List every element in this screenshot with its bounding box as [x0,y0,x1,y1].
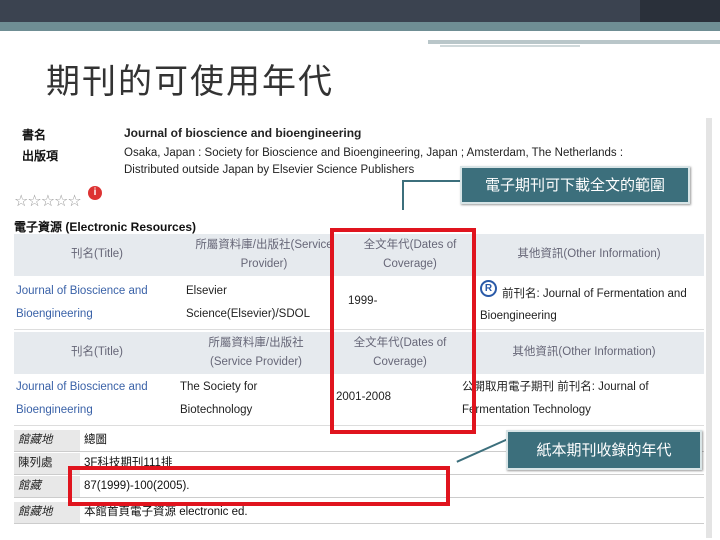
electronic-resources-heading: 電子資源 (Electronic Resources) [14,220,197,234]
holdings-value: 總圖 [84,434,107,446]
t2-header-provider: 所屬資料庫/出版社 (Service Provider) [208,337,304,368]
t1-header-provider: 所屬資料庫/出版社(Service Provider) [195,239,333,270]
info-icon[interactable]: i [88,186,102,200]
t1-provider[interactable]: Elsevier Science(Elsevier)/SDOL [186,280,310,326]
holdings-highlight-box [68,466,450,506]
decor-line-1 [428,40,720,44]
publisher-label: 出版項 [22,149,59,163]
t1-header-other: 其他資訊(Other Information) [517,248,661,260]
t1-header-title: 刊名(Title) [71,248,123,260]
t1-other-line-2: Bioengineering [480,310,557,322]
t2-provider[interactable]: The Society for Biotechnology [180,376,257,422]
title-value: Journal of bioscience and bioengineering [124,126,362,140]
t1-title-link[interactable]: Journal of Bioscience and Bioengineering [16,280,148,326]
publisher-line-2: Distributed outside Japan by Elsevier Sc… [124,164,415,176]
t2-header-other: 其他資訊(Other Information) [512,346,656,358]
decor-line-2 [440,45,580,47]
t2-header-title: 刊名(Title) [71,346,123,358]
slide-title: 期刊的可使用年代 [46,62,334,102]
holdings-label: 館藏地 [14,430,80,451]
rating-stars[interactable]: ☆☆☆☆☆ [14,191,82,211]
callout1-connector [402,180,404,210]
scrollbar[interactable] [706,118,712,538]
resource-r-icon[interactable]: R [480,280,497,297]
t1-other-line-1: 前刊名: Journal of Fermentation and [502,288,687,300]
t2-other: 公開取用電子期刊 前刊名: Journal of Fermentation Te… [462,381,649,416]
callout-electronic-range: 電子期刊可下載全文的範圍 [460,166,690,204]
coverage-highlight-box [330,228,476,434]
title-label: 書名 [22,128,47,142]
publisher-line-1: Osaka, Japan : Society for Bioscience an… [124,147,624,159]
callout-print-years: 紙本期刊收錄的年代 [506,430,702,470]
t2-title-link[interactable]: Journal of Bioscience and Bioengineering [16,376,148,422]
top-bar [0,0,720,22]
callout1-connector [402,180,462,182]
top-bar-accent [640,0,720,22]
teal-stripe [0,22,720,31]
